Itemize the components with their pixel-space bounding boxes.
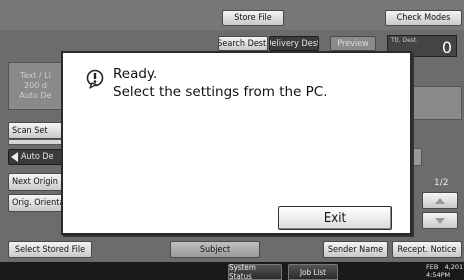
scan-info-panel: Text / Li 200 d Auto De <box>8 62 63 110</box>
orig-orientation-button[interactable]: Orig. Orientat <box>8 194 63 212</box>
select-stored-file-button[interactable]: Select Stored File <box>8 241 92 258</box>
total-destinations-count: 0 <box>441 38 452 57</box>
preview-tab[interactable]: Preview <box>330 36 376 51</box>
check-modes-button[interactable]: Check Modes <box>385 10 462 26</box>
delivery-dest-tab[interactable]: Delivery Dest. <box>269 36 319 51</box>
auto-density-label: Auto De <box>19 91 52 100</box>
scan-settings-button[interactable]: Scan Set <box>8 122 63 139</box>
sender-name-button[interactable]: Sender Name <box>323 241 388 258</box>
subject-button[interactable]: Subject <box>170 241 260 258</box>
resolution-label: 200 d <box>24 81 47 90</box>
scanner-screen: Store File Check Modes Search Dest. Deli… <box>0 0 464 280</box>
date-label: FEB 4,2017 <box>426 263 464 271</box>
page-indicator: 1/2 <box>434 178 449 188</box>
ready-dialog: Ready. Select the settings from the PC. … <box>61 51 412 235</box>
exit-button[interactable]: Exit <box>278 206 392 230</box>
system-status-button[interactable]: System Status <box>228 263 282 280</box>
store-file-button[interactable]: Store File <box>222 10 284 26</box>
auto-detect-label: Auto De <box>21 152 54 162</box>
text-mode-label: Text / Li <box>20 71 51 80</box>
next-original-button[interactable]: Next Origin <box>8 173 63 191</box>
time-label: 4:54PM <box>426 271 451 279</box>
right-side-slot <box>412 148 422 166</box>
dialog-message-line-2: Select the settings from the PC. <box>113 84 328 100</box>
date-time: FEB 4,2017 4:54PM <box>426 263 464 279</box>
right-panel-strip <box>412 86 462 120</box>
dialog-message-line-1: Ready. <box>113 66 158 82</box>
scan-settings-arrow <box>8 139 63 145</box>
dialog-message: Ready. Select the settings from the PC. <box>113 65 328 101</box>
total-destinations-label: Ttl. Dest. <box>391 37 419 44</box>
arrow-up-icon <box>435 197 445 204</box>
search-dest-tab[interactable]: Search Dest. <box>218 36 268 51</box>
job-list-button[interactable]: Job List <box>288 264 338 280</box>
recept-notice-button[interactable]: Recept. Notice <box>392 241 462 258</box>
info-icon <box>86 69 104 89</box>
scroll-up-button[interactable] <box>422 192 458 209</box>
scroll-down-button[interactable] <box>422 212 458 229</box>
arrow-down-icon <box>435 217 445 224</box>
auto-detect-button[interactable]: Auto De <box>8 149 63 165</box>
arrow-left-icon <box>11 152 18 162</box>
